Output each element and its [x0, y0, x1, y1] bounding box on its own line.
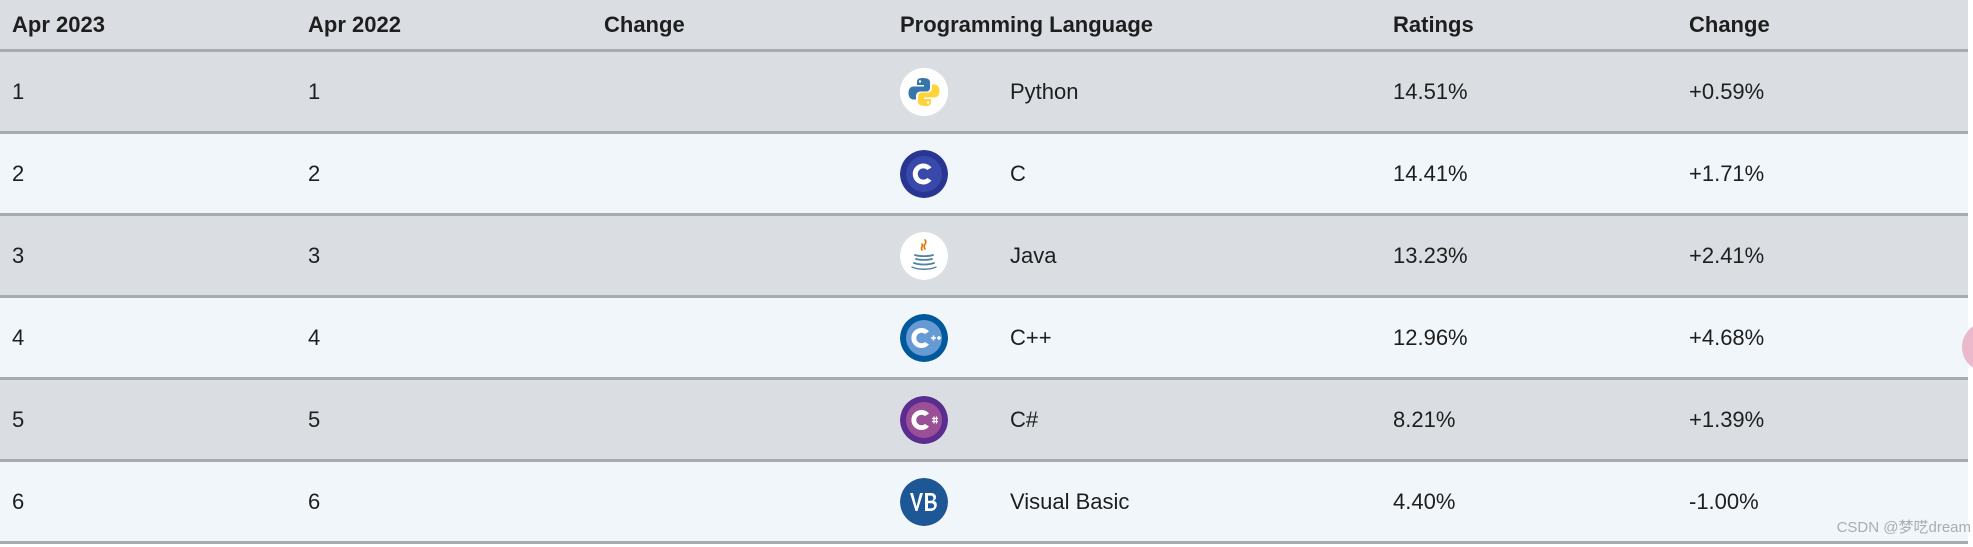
rank-apr-2022: 2 — [308, 160, 321, 186]
rank-apr-2023: 5 — [12, 406, 25, 432]
watermark: CSDN @梦呓dream — [1836, 519, 1971, 536]
language-name: C# — [1010, 406, 1039, 432]
change-value: +2.41% — [1689, 242, 1765, 268]
python-icon — [900, 67, 948, 116]
rank-apr-2023: 1 — [12, 78, 25, 104]
language-logo — [900, 216, 948, 295]
language-logo — [900, 380, 948, 459]
table-row: 3 3 Java 13.23% +2.41% — [0, 216, 1968, 298]
header-change-trend[interactable]: Change — [604, 0, 685, 49]
language-name: Python — [1010, 78, 1079, 104]
rating-value: 13.23% — [1393, 242, 1468, 268]
table-row: 2 2 C 14.41% +1.71% — [0, 134, 1968, 216]
language-name: Visual Basic — [1010, 488, 1130, 514]
header-apr-2022[interactable]: Apr 2022 — [308, 0, 401, 49]
csharp-icon — [900, 395, 948, 444]
rank-apr-2023: 6 — [12, 488, 25, 514]
rank-apr-2022: 6 — [308, 488, 321, 514]
rank-apr-2022: 4 — [308, 324, 321, 350]
language-logo — [900, 298, 948, 377]
change-value: +0.59% — [1689, 78, 1765, 104]
change-value: -1.00% — [1689, 488, 1759, 514]
language-logo — [900, 462, 948, 541]
language-name: C++ — [1010, 324, 1052, 350]
change-value: +1.39% — [1689, 406, 1765, 432]
change-value: +4.68% — [1689, 324, 1765, 350]
rating-value: 4.40% — [1393, 488, 1456, 514]
language-logo — [900, 134, 948, 213]
rank-apr-2022: 3 — [308, 242, 321, 268]
rank-apr-2023: 2 — [12, 160, 25, 186]
change-value: +1.71% — [1689, 160, 1765, 186]
table-row: 1 1 Python 14.51% +0.59% — [0, 52, 1968, 134]
rank-apr-2023: 3 — [12, 242, 25, 268]
table-row: 6 6 Visual Basic 4.40% -1.00% — [0, 462, 1968, 544]
header-apr-2023[interactable]: Apr 2023 — [12, 0, 105, 49]
ranking-table: Apr 2023 Apr 2022 Change Programming Lan… — [0, 0, 1968, 544]
language-logo — [900, 52, 948, 131]
rating-value: 14.51% — [1393, 78, 1468, 104]
rating-value: 12.96% — [1393, 324, 1468, 350]
rating-value: 14.41% — [1393, 160, 1468, 186]
vb-icon — [900, 477, 948, 526]
header-change[interactable]: Change — [1689, 0, 1770, 49]
rating-value: 8.21% — [1393, 406, 1456, 432]
rank-apr-2022: 5 — [308, 406, 321, 432]
rank-apr-2023: 4 — [12, 324, 25, 350]
table-row: 5 5 C# 8.21% +1.39% — [0, 380, 1968, 462]
cpp-icon — [900, 313, 948, 362]
language-name: C — [1010, 160, 1026, 186]
header-ratings[interactable]: Ratings — [1393, 0, 1474, 49]
language-name: Java — [1010, 242, 1057, 268]
java-icon — [900, 231, 948, 280]
c-icon — [900, 149, 948, 198]
rank-apr-2022: 1 — [308, 78, 321, 104]
header-programming-language[interactable]: Programming Language — [900, 0, 1153, 49]
table-row: 4 4 C++ 12.96% +4.68% — [0, 298, 1968, 380]
table-header-row: Apr 2023 Apr 2022 Change Programming Lan… — [0, 0, 1968, 52]
